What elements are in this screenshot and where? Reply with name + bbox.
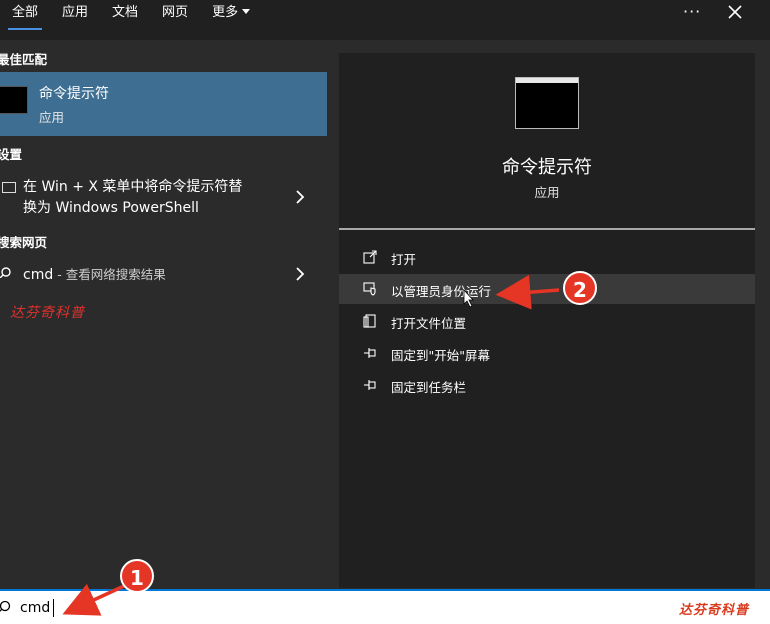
annotation-arrow-2 — [495, 274, 560, 310]
mouse-cursor-icon — [463, 288, 474, 308]
annotation-arrow-1 — [62, 583, 125, 616]
annotation-overlay — [62, 274, 560, 616]
annotation-badge-1: 1 — [120, 559, 154, 593]
annotation-badge-2: 2 — [563, 271, 597, 305]
windows-search-panel: 全部 应用 文档 网页 更多 ··· 最佳匹配 命令提示符 应用 设置 在 Wi… — [0, 0, 770, 624]
